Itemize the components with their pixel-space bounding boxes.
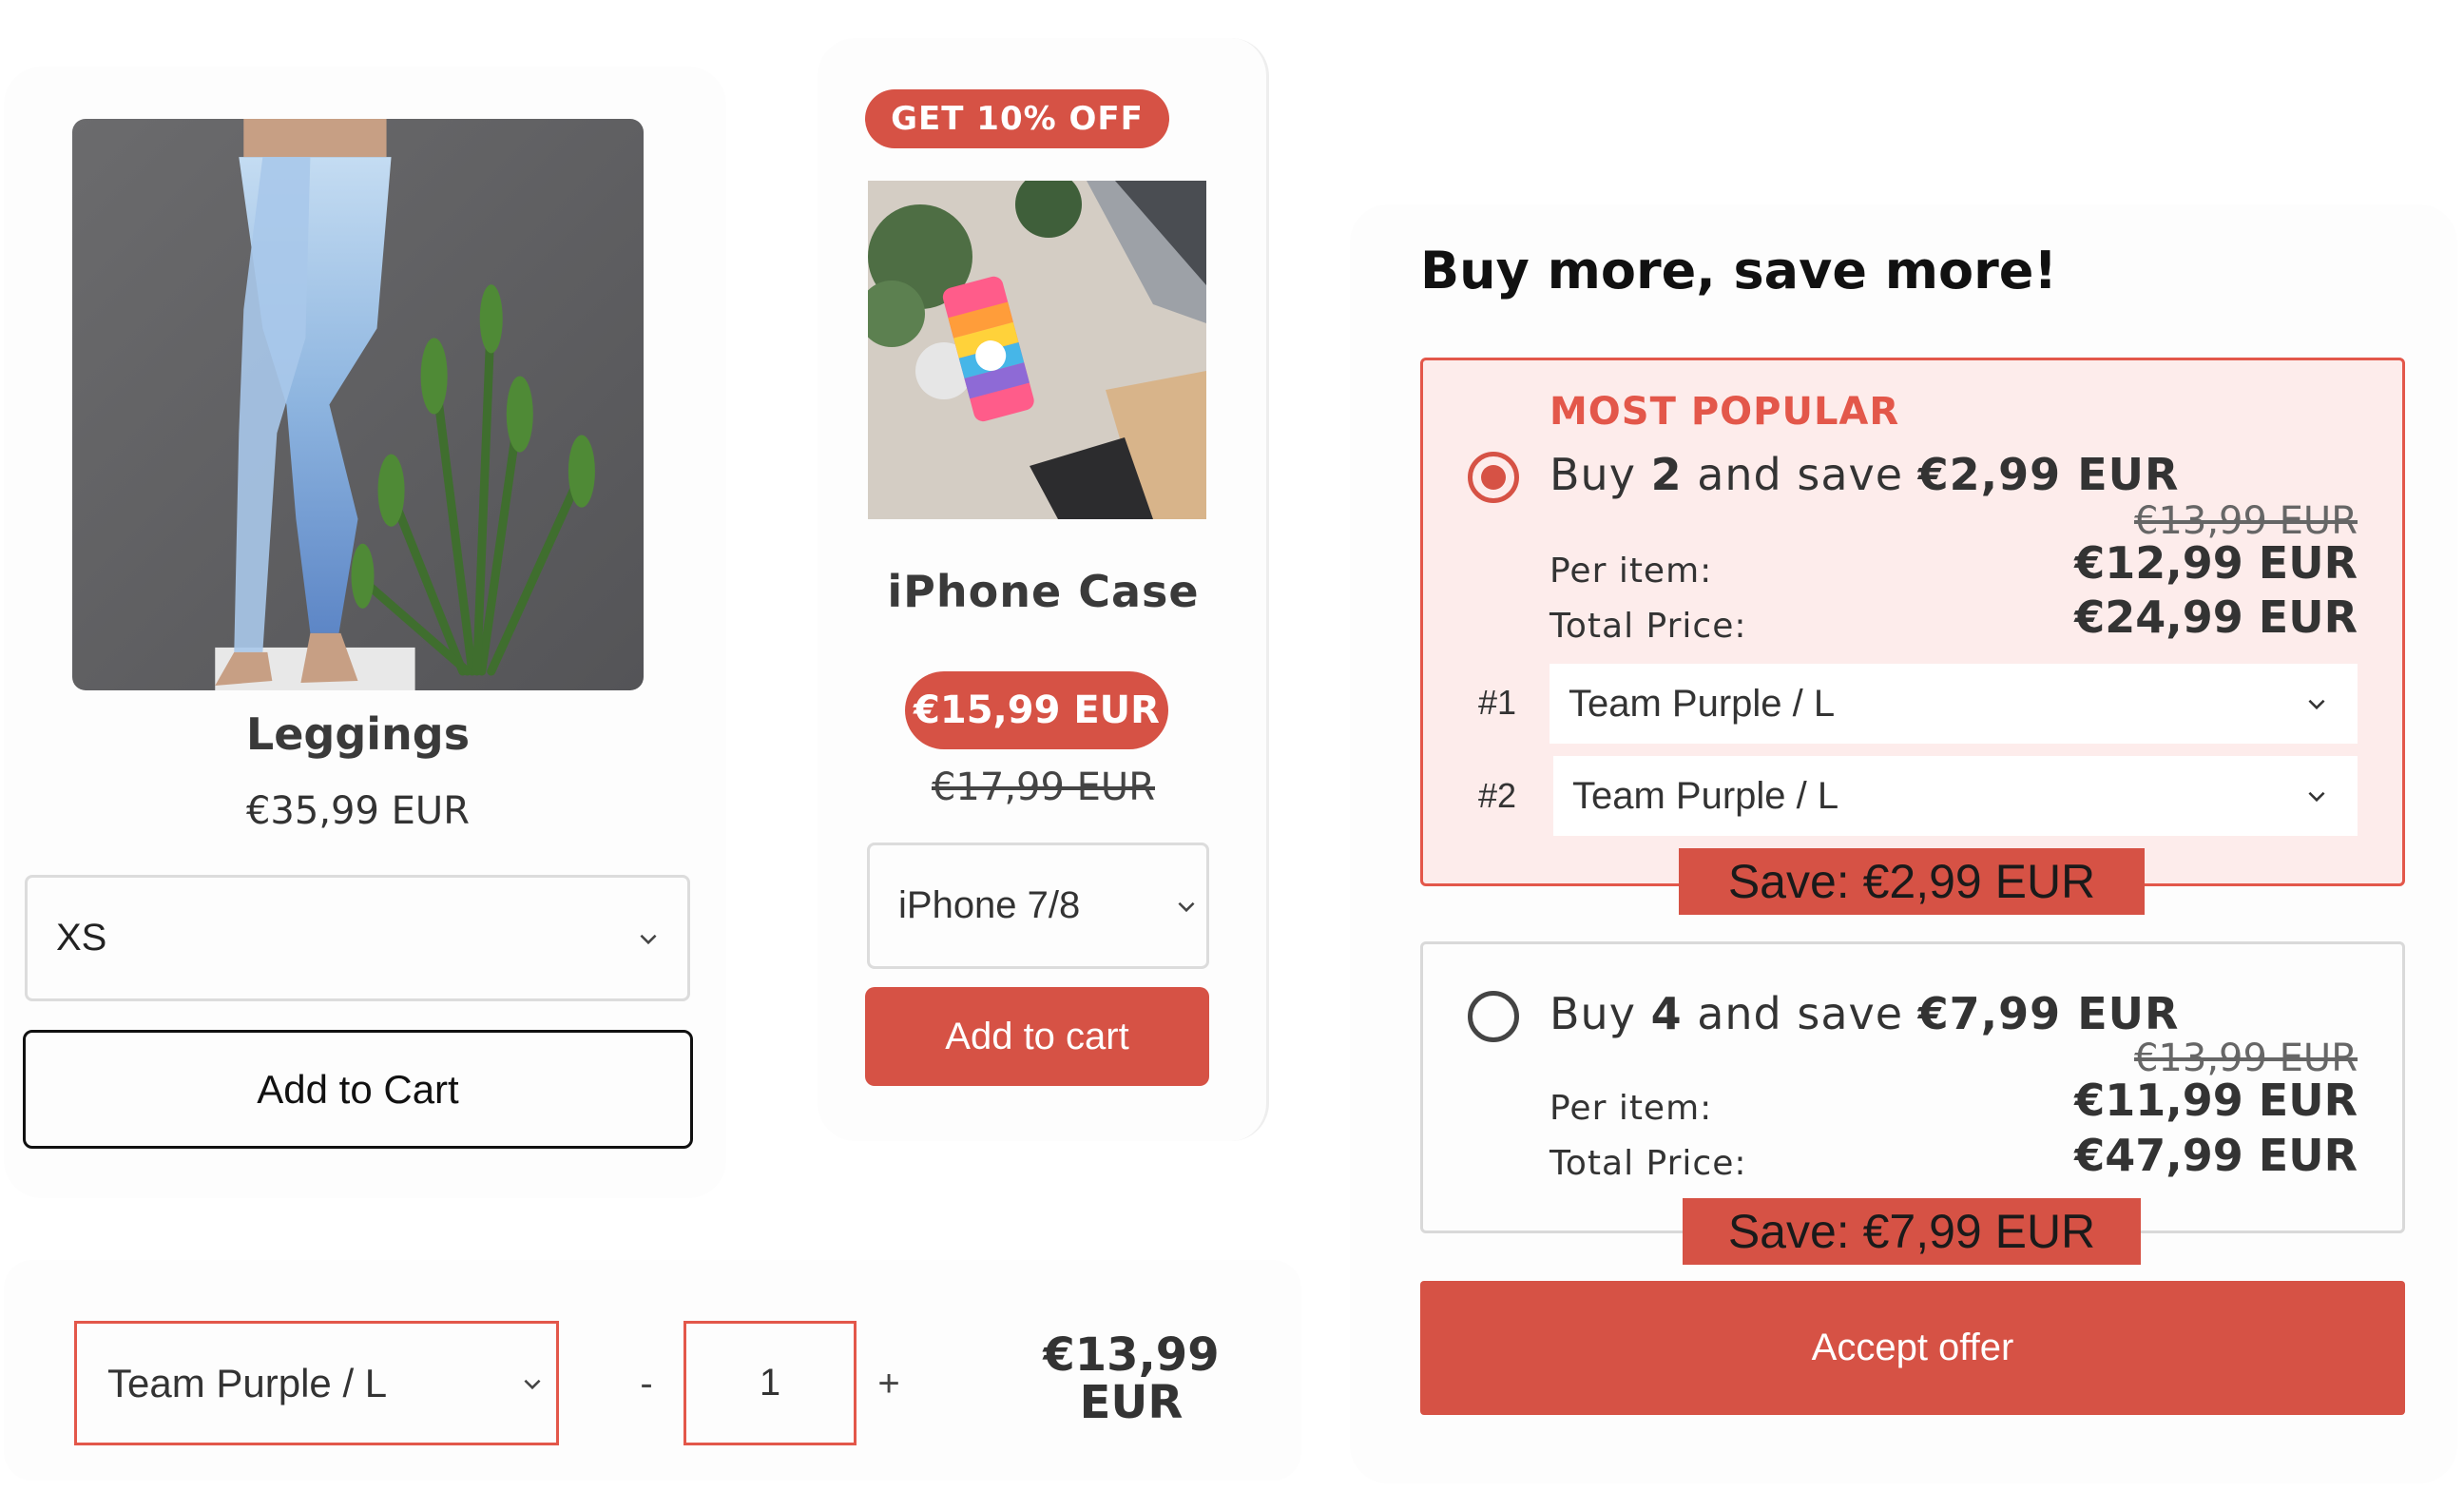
iphone-case-title: iPhone Case [887,566,1200,617]
variant-index-1: #1 [1478,683,1517,722]
quantity-input[interactable]: 1 [683,1321,857,1445]
variant-select-value: Team Purple / L [107,1360,388,1405]
quantity-increase-button[interactable]: + [870,1355,908,1412]
sale-price-badge: €15,99 EUR [905,671,1168,749]
offer-2-per-item-label: Per item: [1550,552,1713,591]
radio-offer-2[interactable] [1468,452,1519,503]
offer-2-qty: 2 [1650,449,1683,500]
offer-4-per-item-price: €11,99 EUR [2074,1075,2358,1126]
size-select[interactable]: XS [25,875,690,1001]
offer-4-buy-prefix: Buy [1550,988,1651,1039]
offer-4-save-tag: Save: €7,99 EUR [1683,1198,2141,1265]
leggings-image[interactable] [72,119,644,690]
most-popular-badge: MOST POPULAR [1550,390,1900,434]
radio-offer-4[interactable] [1468,991,1519,1042]
offer-4-total-label: Total Price: [1550,1144,1747,1183]
offer-4-qty: 4 [1650,988,1683,1039]
original-price: €17,99 EUR [931,765,1156,809]
offer-2-variant-select-1[interactable]: Team Purple / L [1550,664,2358,744]
offer-2-variant-select-2[interactable]: Team Purple / L [1553,756,2358,836]
discount-badge: GET 10% OFF [865,89,1169,148]
offer-2-save-tag: Save: €2,99 EUR [1679,848,2145,915]
chevron-down-icon [1174,894,1199,919]
discount-badge-label: GET 10% OFF [891,100,1144,138]
offer-2-per-item-price: €12,99 EUR [2074,537,2358,589]
variant-index-2: #2 [1478,776,1517,815]
add-to-cart-button[interactable]: Add to Cart [23,1030,693,1149]
accept-offer-label: Accept offer [1811,1327,2014,1368]
offer-2-buy-prefix: Buy [1550,449,1651,500]
bottom-price: €13,99 EUR [1031,1331,1231,1426]
chevron-down-icon [2304,691,2329,716]
offer-2-save-text: and save [1682,449,1918,500]
bottom-price-amount: €13,99 [1043,1328,1220,1382]
chevron-down-icon [2304,784,2329,808]
phone-case-image[interactable] [868,181,1206,519]
offer-4-save-amount: €7,99 EUR [1917,988,2180,1039]
bundle-heading: Buy more, save more! [1420,241,2057,300]
sale-price: €15,99 EUR [914,688,1160,732]
add-to-cart-case-label: Add to cart [945,1015,1129,1057]
offer-4-per-item-label: Per item: [1550,1089,1713,1128]
offer-2-total-label: Total Price: [1550,607,1747,646]
model-select-value: iPhone 7/8 [898,884,1081,926]
offer-2-variant-1-value: Team Purple / L [1569,682,1836,725]
offer-2-variant-2-value: Team Purple / L [1572,774,1839,817]
add-to-cart-label: Add to Cart [257,1066,459,1112]
model-select[interactable]: iPhone 7/8 [867,843,1209,969]
leggings-title: Leggings [245,708,471,760]
bottom-price-currency: EUR [1079,1376,1184,1429]
offer-4-headline: Buy 4 and save €7,99 EUR [1550,988,2179,1039]
offer-4-total-price: €47,99 EUR [2074,1130,2358,1181]
quantity-value: 1 [759,1362,781,1404]
size-select-value: XS [56,917,107,959]
offer-2-total-price: €24,99 EUR [2074,591,2358,643]
quantity-decrease-button[interactable]: - [627,1355,665,1412]
accept-offer-button[interactable]: Accept offer [1420,1281,2405,1415]
offer-4-save-text: and save [1682,988,1918,1039]
chevron-down-icon [636,926,661,951]
add-to-cart-case-button[interactable]: Add to cart [865,987,1209,1086]
offer-2-headline: Buy 2 and save €2,99 EUR [1550,449,2179,500]
variant-select[interactable]: Team Purple / L [74,1321,559,1445]
offer-2-save-amount: €2,99 EUR [1917,449,2180,500]
chevron-down-icon [520,1371,545,1396]
leggings-price: €35,99 EUR [245,789,471,833]
